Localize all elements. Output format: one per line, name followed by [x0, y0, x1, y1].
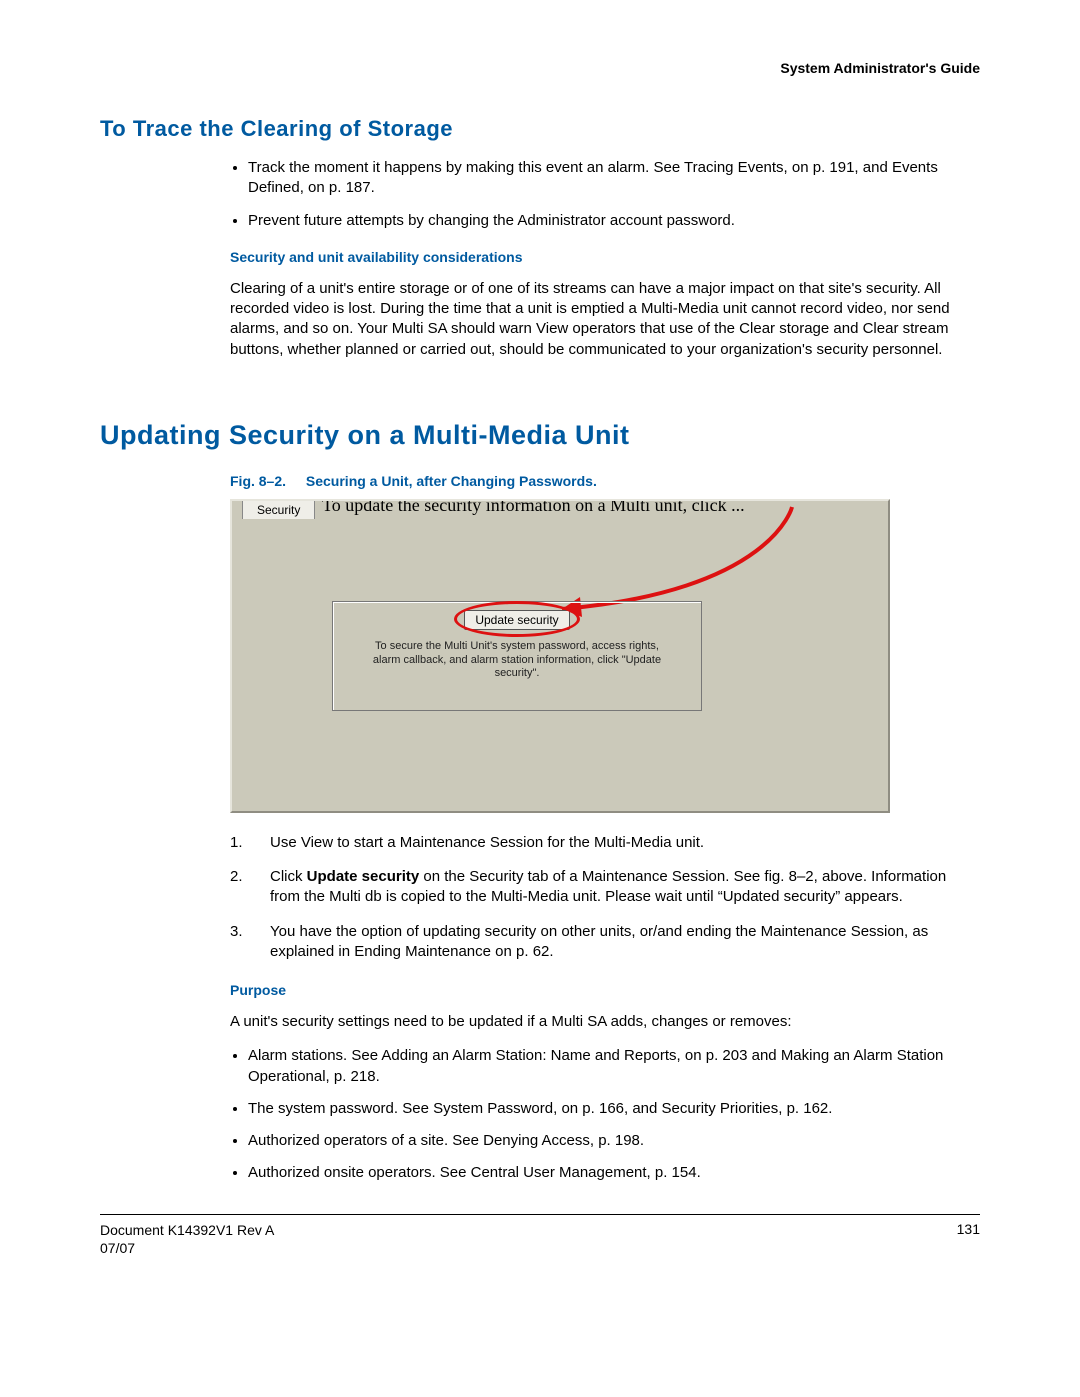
purpose-intro: A unit's security settings need to be up… [230, 1012, 980, 1032]
trace-section: Track the moment it happens by making th… [230, 158, 980, 360]
step-text: Click Update security on the Security ta… [270, 867, 980, 908]
figure-number: Fig. 8–2. [230, 473, 302, 489]
running-head: System Administrator's Guide [100, 60, 980, 76]
step-number: 2. [230, 867, 270, 908]
purpose-bullets: Alarm stations. See Adding an Alarm Stat… [230, 1046, 980, 1183]
update-security-button[interactable]: Update security [464, 610, 569, 630]
purpose-heading: Purpose [230, 982, 980, 998]
procedure-steps: 1. Use View to start a Maintenance Sessi… [230, 833, 980, 962]
list-item: Prevent future attempts by changing the … [248, 211, 980, 231]
footer-page-number: 131 [957, 1221, 980, 1257]
list-item: Authorized operators of a site. See Deny… [248, 1131, 980, 1151]
footer-doc-id: Document K14392V1 Rev A [100, 1221, 274, 1239]
footer-date: 07/07 [100, 1239, 274, 1257]
security-considerations-heading: Security and unit availability considera… [230, 249, 980, 265]
step-text: Use View to start a Maintenance Session … [270, 833, 704, 853]
figure-caption: Fig. 8–2. Securing a Unit, after Changin… [230, 473, 980, 489]
step-number: 3. [230, 922, 270, 963]
page-footer: Document K14392V1 Rev A 07/07 131 [100, 1221, 980, 1257]
list-item: 2. Click Update security on the Security… [230, 867, 980, 908]
step-text-before: Click [270, 868, 307, 885]
figure-section: Fig. 8–2. Securing a Unit, after Changin… [230, 473, 980, 1184]
figure-annotation: To update the security information on a … [322, 499, 745, 516]
list-item: Alarm stations. See Adding an Alarm Stat… [248, 1046, 980, 1087]
footer-rule [100, 1214, 980, 1215]
list-item: Track the moment it happens by making th… [248, 158, 980, 199]
figure-panel: Security To update the security informat… [230, 499, 890, 813]
figure: Security To update the security informat… [230, 499, 890, 813]
heading-trace-clearing: To Trace the Clearing of Storage [100, 116, 980, 142]
step-text: You have the option of updating security… [270, 922, 980, 963]
trace-bullets: Track the moment it happens by making th… [230, 158, 980, 231]
security-tab[interactable]: Security [242, 500, 315, 519]
figure-title: Securing a Unit, after Changing Password… [306, 473, 597, 489]
page: System Administrator's Guide To Trace th… [0, 0, 1080, 1397]
list-item: The system password. See System Password… [248, 1099, 980, 1119]
heading-updating-security: Updating Security on a Multi-Media Unit [100, 420, 980, 451]
security-considerations-text: Clearing of a unit's entire storage or o… [230, 279, 980, 360]
list-item: 3. You have the option of updating secur… [230, 922, 980, 963]
list-item: Authorized onsite operators. See Central… [248, 1163, 980, 1183]
step-number: 1. [230, 833, 270, 853]
list-item: 1. Use View to start a Maintenance Sessi… [230, 833, 980, 853]
figure-description: To secure the Multi Unit's system passwo… [367, 640, 667, 681]
step-text-bold: Update security [307, 868, 420, 885]
figure-inner-panel: Update security To secure the Multi Unit… [332, 601, 702, 711]
